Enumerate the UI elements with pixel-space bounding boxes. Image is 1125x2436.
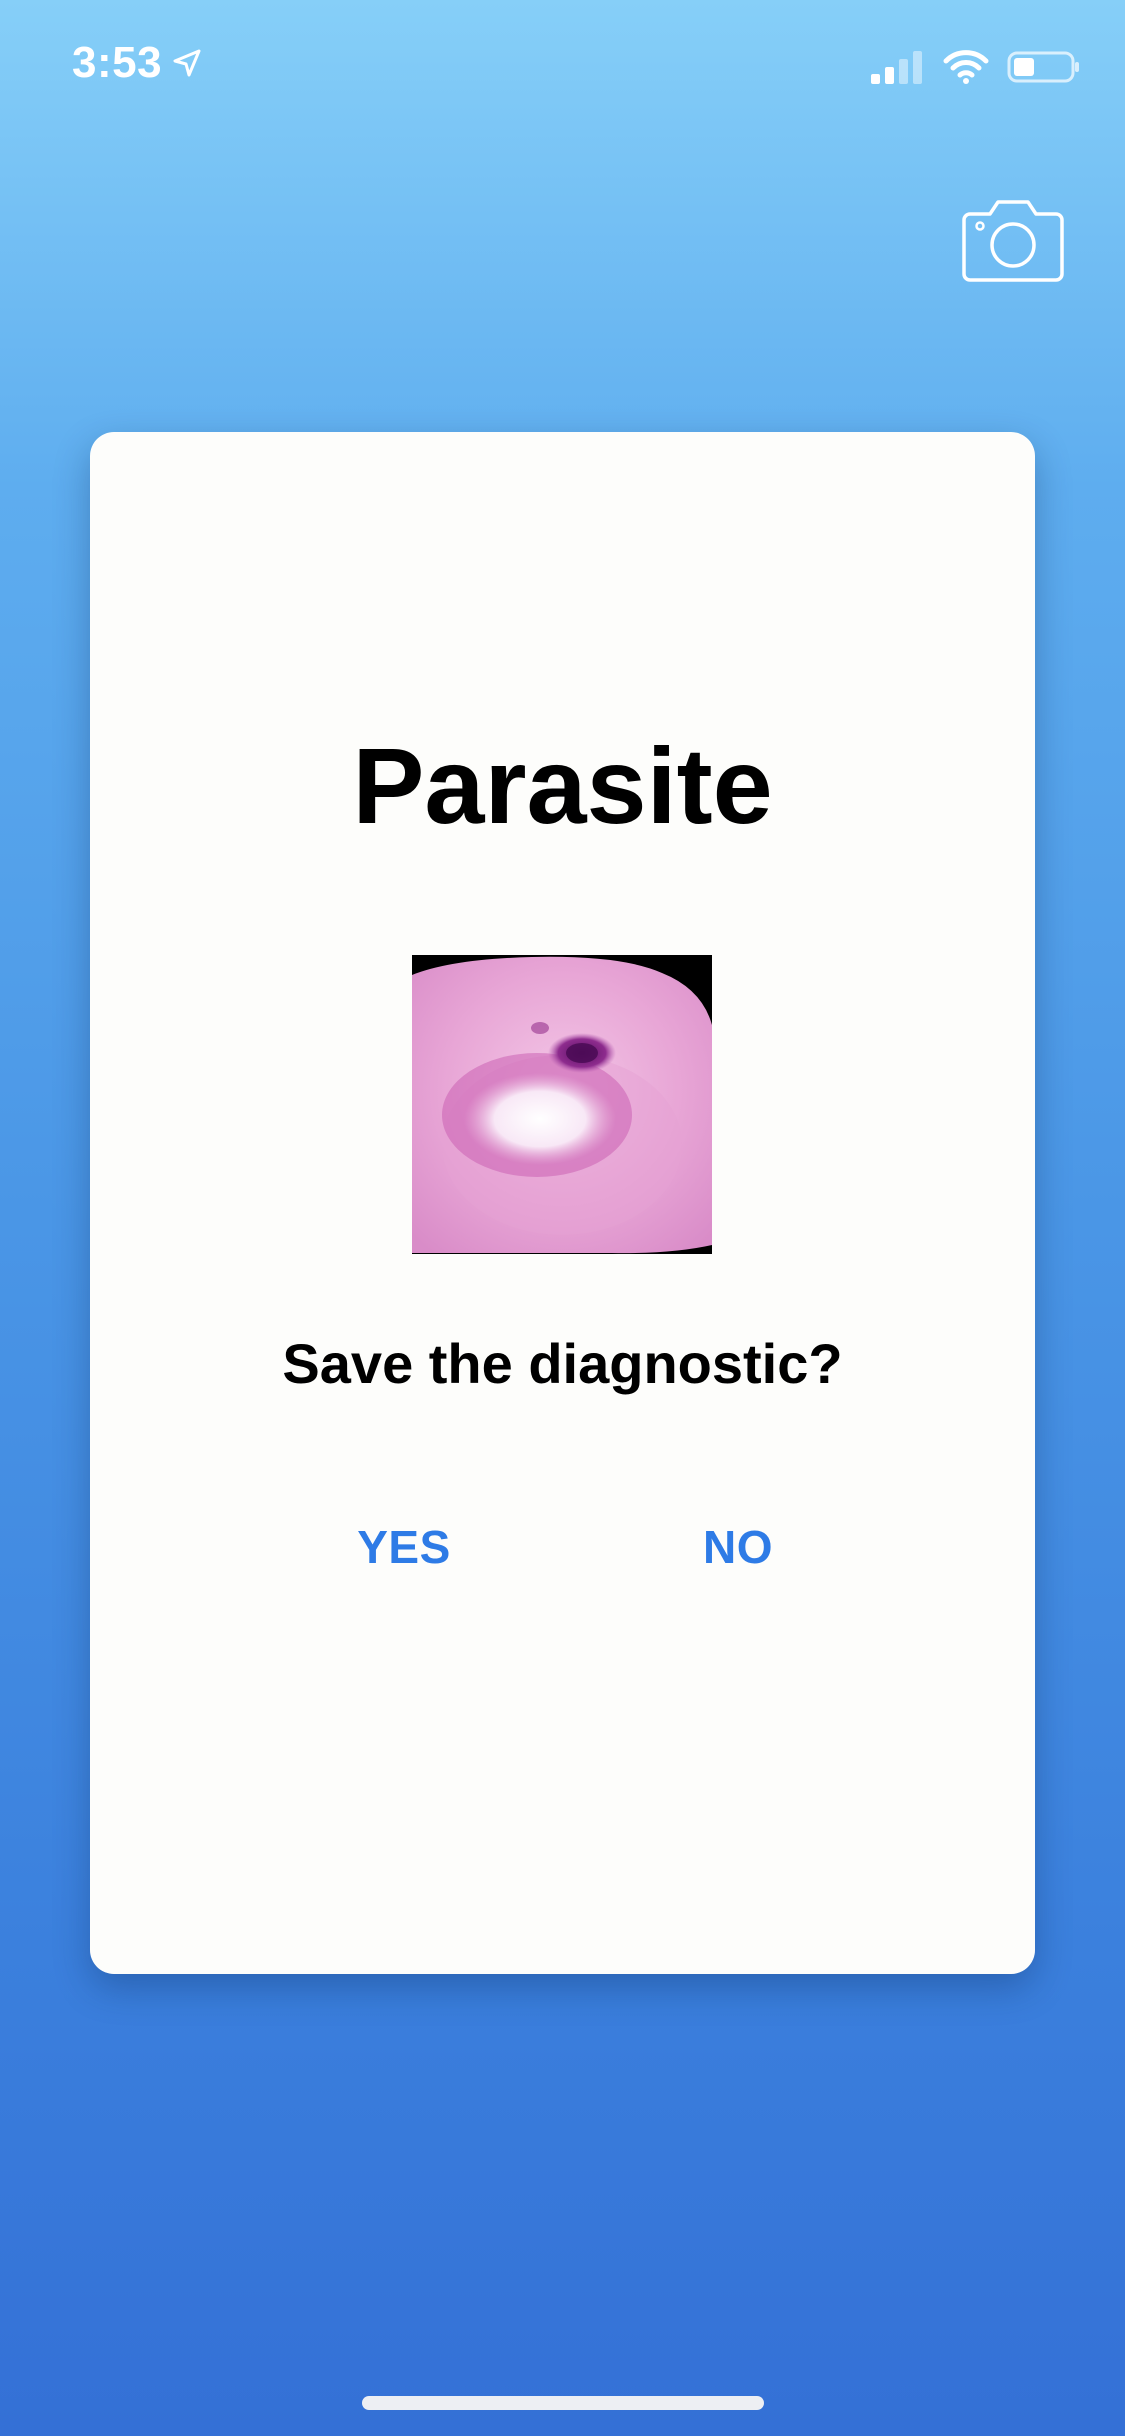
battery-icon xyxy=(1007,50,1081,84)
status-time: 3:53 xyxy=(72,38,163,87)
cellular-signal-icon xyxy=(869,50,925,84)
home-indicator[interactable] xyxy=(362,2396,764,2410)
status-time-group: 3:53 xyxy=(72,38,202,88)
location-arrow-icon xyxy=(172,48,202,78)
no-button[interactable]: NO xyxy=(678,1512,798,1582)
camera-button[interactable] xyxy=(960,198,1066,284)
camera-icon xyxy=(960,198,1066,284)
result-title: Parasite xyxy=(352,725,773,846)
wifi-icon xyxy=(943,50,989,84)
blood-cell-sample-image xyxy=(412,955,712,1254)
save-prompt: Save the diagnostic? xyxy=(282,1332,843,1395)
yes-button[interactable]: YES xyxy=(324,1512,484,1582)
diagnostic-dialog: Parasite Save the diagnostic? YES NO xyxy=(90,432,1035,1974)
status-bar: 3:53 xyxy=(0,0,1125,132)
status-icons xyxy=(869,50,1081,84)
